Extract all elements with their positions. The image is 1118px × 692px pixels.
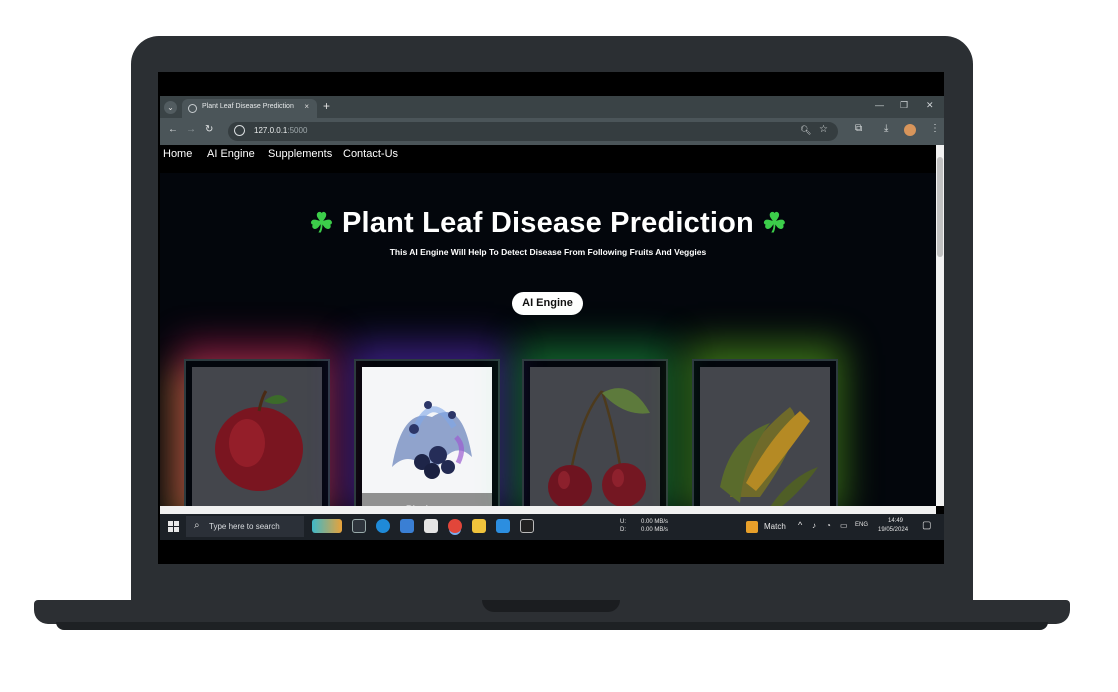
vscode-icon[interactable] (496, 519, 510, 533)
laptop-notch (482, 600, 620, 612)
clover-icon: ☘ (762, 208, 787, 238)
edge-icon[interactable] (376, 519, 390, 533)
terminal-icon[interactable] (520, 519, 534, 533)
search-icon: ⌕ (194, 520, 200, 531)
globe-icon (188, 104, 197, 113)
tab-title: Plant Leaf Disease Prediction (202, 103, 294, 110)
blueberry-image (392, 401, 472, 479)
file-explorer-icon[interactable] (472, 519, 486, 533)
address-bar[interactable]: 127.0.0.1:5000 🔍︎ ☆ (228, 122, 838, 141)
laptop-base-lip (56, 622, 1048, 630)
scrollbar-thumb[interactable] (937, 157, 943, 257)
corn-image (720, 407, 818, 506)
mail-icon[interactable] (400, 519, 414, 533)
store-icon[interactable] (424, 519, 438, 533)
clover-icon: ☘ (309, 208, 334, 238)
nav-home[interactable]: Home (163, 148, 192, 160)
clock-date[interactable]: 19/05/2024 (878, 527, 908, 533)
new-tab-button[interactable]: + (323, 99, 330, 113)
wifi-icon[interactable]: ◔ (826, 521, 831, 530)
page-subtitle: This AI Engine Will Help To Detect Disea… (389, 247, 707, 257)
net-down-value: 0.00 MB/s (641, 527, 669, 533)
profile-avatar[interactable] (904, 124, 916, 136)
card-label: Blueberry (362, 493, 492, 506)
site-navbar: Home AI Engine Supplements Contact-Us (160, 145, 936, 173)
net-down-label: D: (620, 527, 626, 533)
restore-icon[interactable]: ❐ (900, 100, 908, 111)
tab-search-icon[interactable]: ⌄ (164, 101, 177, 114)
nav-contact-us[interactable]: Contact-Us (343, 148, 398, 160)
card-cherry[interactable] (522, 359, 668, 506)
screen: ⌄ Plant Leaf Disease Prediction × + — ❐ … (160, 96, 944, 540)
page-title-text: Plant Leaf Disease Prediction (342, 207, 754, 239)
close-tab-icon[interactable]: × (304, 102, 309, 111)
extensions-icon[interactable]: ⧉ (855, 123, 862, 134)
back-icon[interactable]: ← (168, 124, 178, 135)
url-text: 127.0.0.1:5000 (254, 126, 308, 135)
apple-image (215, 390, 303, 491)
more-menu-icon[interactable]: ⋮ (930, 123, 940, 134)
weather-widget-icon[interactable] (312, 519, 342, 533)
notification-icon[interactable]: ▢ (922, 520, 931, 531)
volume-icon[interactable]: ♪ (812, 521, 816, 530)
site-info-icon[interactable] (234, 125, 245, 136)
browser-tab-bar: ⌄ Plant Leaf Disease Prediction × + — ❐ … (160, 96, 944, 118)
windows-taskbar: ⌕ Type here to search U: D: 0.00 MB/s 0.… (160, 514, 944, 540)
search-placeholder: Type here to search (209, 522, 280, 531)
clock-time[interactable]: 14:49 (888, 518, 903, 524)
match-icon[interactable] (746, 521, 758, 533)
nav-ai-engine[interactable]: AI Engine (207, 148, 255, 160)
battery-icon[interactable]: ▭ (840, 521, 848, 530)
vertical-scrollbar[interactable] (936, 145, 944, 506)
card-corn[interactable] (692, 359, 838, 506)
web-page: Home AI Engine Supplements Contact-Us ☘ … (160, 145, 936, 506)
browser-toolbar: ← → ↻ 127.0.0.1:5000 🔍︎ ☆ ⧉ ⤓ ⋮ (160, 118, 944, 145)
forward-icon[interactable]: → (186, 124, 196, 135)
taskbar-search[interactable]: ⌕ Type here to search (186, 516, 304, 537)
bookmark-star-icon[interactable]: ☆ (819, 124, 828, 135)
zoom-icon[interactable]: 🔍︎ (800, 125, 811, 136)
chrome-icon[interactable] (448, 519, 462, 533)
horizontal-scrollbar[interactable] (160, 506, 936, 514)
card-blueberry[interactable]: Blueberry (354, 359, 500, 506)
net-up-value: 0.00 MB/s (641, 519, 669, 525)
cherry-image (548, 388, 650, 506)
minimize-icon[interactable]: — (875, 100, 884, 110)
page-title: ☘ Plant Leaf Disease Prediction ☘ (160, 207, 936, 240)
windows-start-icon[interactable] (168, 521, 179, 532)
reload-icon[interactable]: ↻ (205, 124, 213, 135)
browser-tab[interactable]: Plant Leaf Disease Prediction × (182, 99, 317, 118)
task-view-icon[interactable] (352, 519, 366, 533)
tray-chevron-icon[interactable]: ^ (798, 520, 802, 530)
language-indicator[interactable]: ENG (855, 522, 868, 528)
net-up-label: U: (620, 519, 626, 525)
nav-supplements[interactable]: Supplements (268, 148, 332, 160)
card-apple[interactable] (184, 359, 330, 506)
match-label[interactable]: Match (764, 522, 786, 531)
download-icon[interactable]: ⤓ (884, 123, 888, 134)
close-window-icon[interactable]: ✕ (926, 100, 934, 111)
ai-engine-button[interactable]: AI Engine (512, 292, 583, 315)
